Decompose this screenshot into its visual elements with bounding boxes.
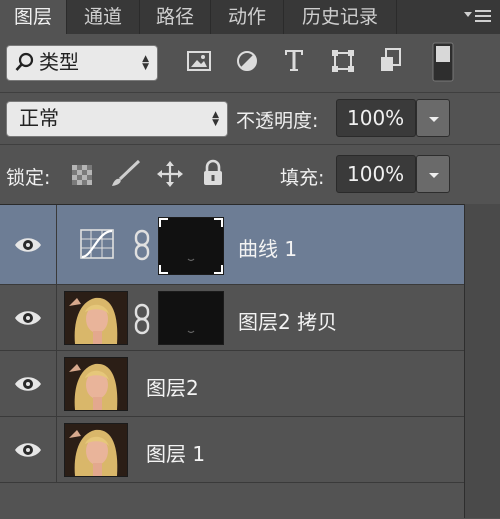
type-filter-icon[interactable] <box>283 47 305 77</box>
fill-label: 填充: <box>280 167 325 189</box>
mask-link-icon[interactable] <box>134 229 150 265</box>
curves-adjustment-icon <box>80 229 114 263</box>
layer-row-layer2[interactable]: 图层2 <box>0 351 464 417</box>
layer-name[interactable]: 图层2 <box>146 372 199 401</box>
stepper-arrows-icon: ▲ ▼ <box>142 54 149 72</box>
layers-scrollbar[interactable] <box>464 204 500 518</box>
opacity-label: 不透明度: <box>236 110 319 132</box>
smart-object-filter-icon[interactable] <box>378 47 404 79</box>
fill-input[interactable]: 100% <box>336 155 416 193</box>
layer-row-curves-1[interactable]: 曲线 1 <box>0 205 464 285</box>
layer-mask-thumbnail[interactable] <box>158 291 224 345</box>
layer-mask-thumbnail[interactable] <box>158 217 224 275</box>
panel-menu-icon[interactable] <box>462 6 494 26</box>
layers-panel: 图层 通道 路径 动作 历史记录 类型 ▲ ▼ 正常 ▲ ▼ 不透明度: 100… <box>0 0 500 519</box>
image-filter-icon[interactable] <box>186 49 212 77</box>
layer-row-layer1[interactable]: 图层 1 <box>0 417 464 483</box>
stepper-arrows-icon: ▲ ▼ <box>212 110 219 128</box>
lock-image-pixels-icon[interactable] <box>108 159 142 193</box>
layer-thumbnail[interactable] <box>64 357 128 411</box>
adjustment-filter-icon[interactable] <box>235 49 259 77</box>
blend-row: 正常 ▲ ▼ 不透明度: 100% <box>0 92 500 145</box>
tab-actions[interactable]: 动作 <box>211 0 284 34</box>
filter-toggle-icon[interactable] <box>432 42 454 86</box>
search-icon <box>15 52 35 79</box>
layer-row-layer2-copy[interactable]: 图层2 拷贝 <box>0 285 464 351</box>
filter-kind-select[interactable]: 类型 ▲ ▼ <box>6 45 158 81</box>
layer-name[interactable]: 图层2 拷贝 <box>238 306 337 335</box>
layer-thumbnail[interactable] <box>64 291 128 345</box>
layer-thumbnail[interactable] <box>64 423 128 477</box>
shape-filter-icon[interactable] <box>330 48 356 78</box>
mask-selection-frame-icon <box>159 218 223 274</box>
layers-list: 曲线 1 图层2 拷贝 图层2 图层 1 <box>0 204 464 519</box>
portrait-photo-icon <box>65 424 127 476</box>
visibility-toggle[interactable] <box>0 205 57 284</box>
visibility-toggle[interactable] <box>0 351 57 416</box>
mask-mark-icon <box>187 330 195 334</box>
lock-transparent-pixels-icon[interactable] <box>70 163 94 191</box>
mask-link-icon[interactable] <box>134 303 150 339</box>
blend-mode-value: 正常 <box>19 106 59 130</box>
opacity-dropdown-button[interactable] <box>416 99 450 137</box>
opacity-input[interactable]: 100% <box>336 99 416 137</box>
portrait-photo-icon <box>65 292 127 344</box>
lock-position-icon[interactable] <box>156 160 184 192</box>
layer-name[interactable]: 图层 1 <box>146 438 205 467</box>
visibility-toggle[interactable] <box>0 417 57 482</box>
visibility-toggle[interactable] <box>0 285 57 350</box>
chevron-down-icon <box>429 173 439 178</box>
tab-history[interactable]: 历史记录 <box>284 0 397 34</box>
layer-name[interactable]: 曲线 1 <box>238 233 297 262</box>
portrait-photo-icon <box>65 358 127 410</box>
eye-icon <box>15 443 41 457</box>
tab-paths[interactable]: 路径 <box>140 0 211 34</box>
fill-dropdown-button[interactable] <box>416 155 450 193</box>
blend-mode-select[interactable]: 正常 ▲ ▼ <box>6 101 228 137</box>
tab-layers[interactable]: 图层 <box>0 0 67 34</box>
eye-icon <box>15 377 41 391</box>
filter-kind-label: 类型 <box>39 50 79 74</box>
eye-icon <box>15 238 41 252</box>
eye-icon <box>15 311 41 325</box>
chevron-down-icon <box>429 117 439 122</box>
lock-all-icon[interactable] <box>202 159 224 191</box>
layer-filter-row: 类型 ▲ ▼ <box>0 34 500 92</box>
panel-tab-bar: 图层 通道 路径 动作 历史记录 <box>0 0 500 34</box>
lock-label: 锁定: <box>6 167 51 189</box>
tab-channels[interactable]: 通道 <box>67 0 140 34</box>
lock-row: 锁定: 填充: 100% <box>0 144 500 205</box>
